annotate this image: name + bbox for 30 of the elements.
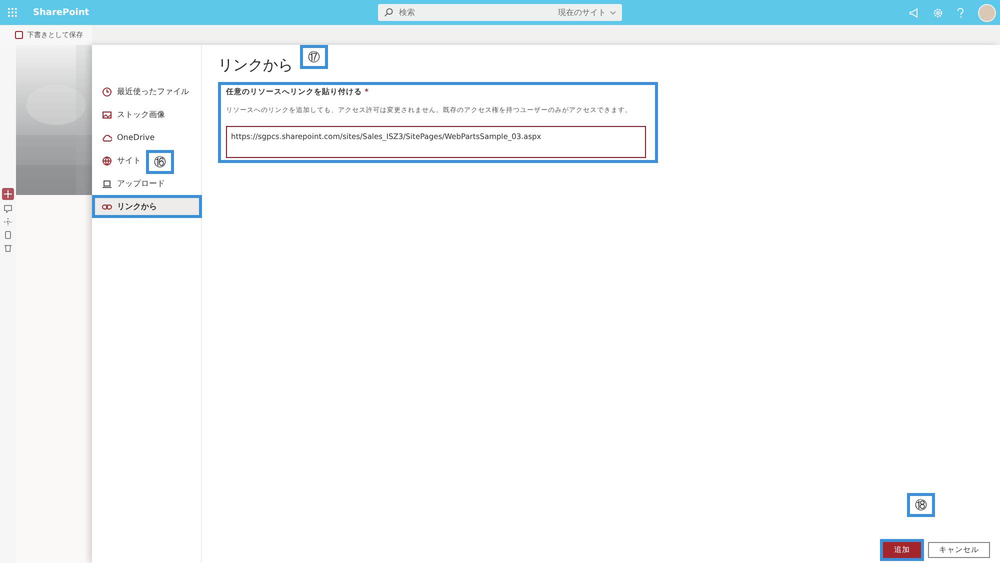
- chevron-down-icon: [610, 10, 616, 14]
- laptop-icon: [102, 178, 112, 188]
- help-icon[interactable]: [957, 8, 964, 18]
- add-section-icon[interactable]: [2, 188, 14, 200]
- move-icon[interactable]: [4, 218, 12, 226]
- link-icon: [102, 202, 112, 212]
- callout-number: ⑱: [907, 493, 935, 517]
- nav-item[interactable]: 最近使ったファイル: [92, 80, 202, 103]
- globe-icon: [102, 156, 112, 166]
- megaphone-icon[interactable]: [909, 8, 919, 18]
- cloud-icon: [102, 132, 112, 142]
- image-icon: [102, 110, 112, 120]
- save-icon: [15, 31, 23, 39]
- copy-icon[interactable]: [4, 231, 12, 239]
- settings-icon[interactable]: [933, 8, 943, 18]
- panel-title: リンクから: [218, 56, 293, 75]
- search-scope-dropdown[interactable]: 現在のサイト: [558, 7, 616, 18]
- clock-icon: [102, 86, 112, 96]
- comment-icon[interactable]: [4, 205, 12, 213]
- callout-number: ⑰: [300, 45, 328, 69]
- search-field[interactable]: 検索 現在のサイト: [378, 4, 622, 21]
- nav-item[interactable]: OneDrive: [92, 126, 202, 149]
- app-launcher-icon[interactable]: [8, 8, 17, 17]
- search-icon: [384, 8, 393, 17]
- nav-item[interactable]: アップロード: [92, 172, 202, 195]
- nav-item[interactable]: リンクから: [92, 195, 202, 218]
- callout-number: ⑯: [146, 150, 174, 174]
- avatar[interactable]: [978, 4, 996, 22]
- delete-icon[interactable]: [4, 244, 12, 252]
- nav-item[interactable]: ストック画像: [92, 103, 202, 126]
